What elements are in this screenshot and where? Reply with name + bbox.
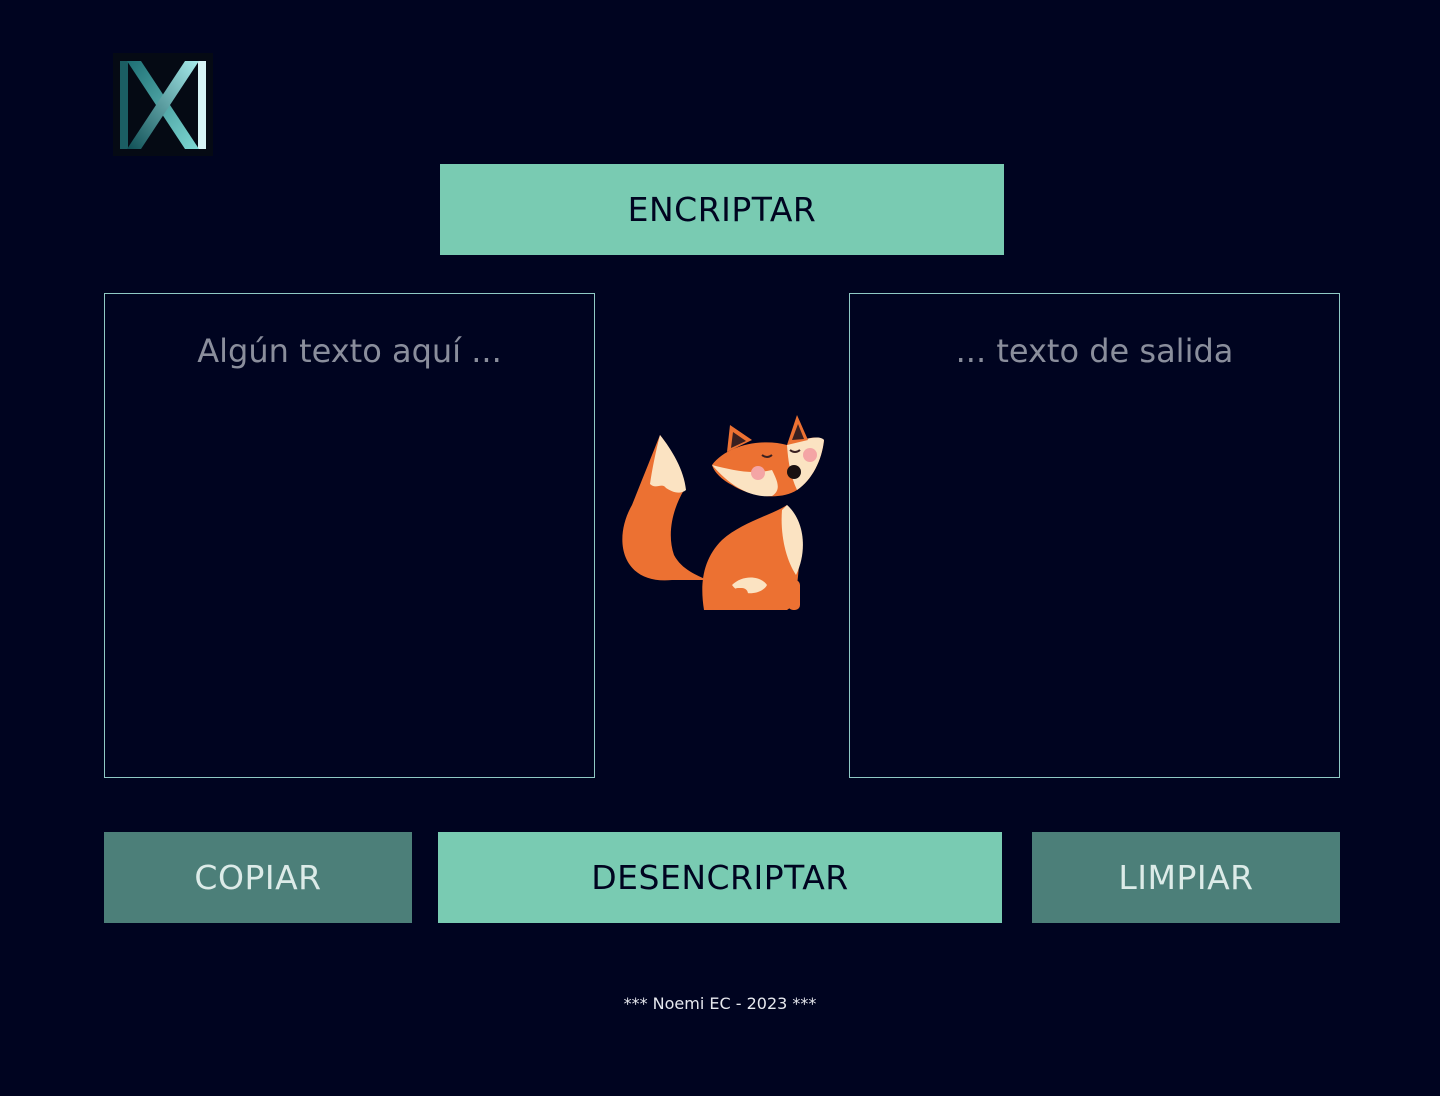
footer-credit: *** Noemi EC - 2023 *** xyxy=(623,994,817,1013)
output-textarea[interactable] xyxy=(849,293,1340,778)
letter-x-logo-icon xyxy=(113,53,213,156)
fox-icon xyxy=(612,410,832,620)
input-textarea[interactable] xyxy=(104,293,595,778)
clear-button[interactable]: LIMPIAR xyxy=(1032,832,1340,923)
copy-button[interactable]: COPIAR xyxy=(104,832,412,923)
encrypt-button[interactable]: ENCRIPTAR xyxy=(440,164,1004,255)
app-root: ENCRIPTAR Algún texto aquí ... ... texto… xyxy=(0,0,1440,1096)
decrypt-button[interactable]: DESENCRIPTAR xyxy=(438,832,1002,923)
